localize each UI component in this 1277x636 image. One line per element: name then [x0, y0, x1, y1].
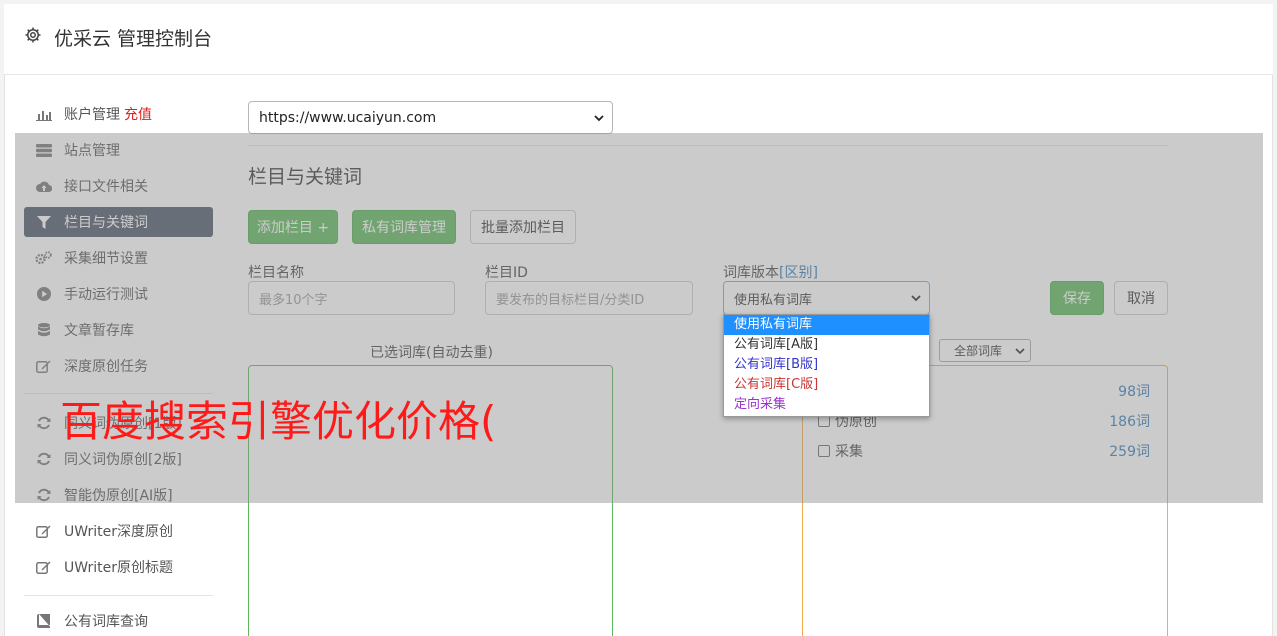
book-icon — [35, 614, 52, 628]
add-column-button[interactable]: 添加栏目 + — [248, 210, 338, 244]
sidebar-item-sites[interactable]: 站点管理 — [24, 135, 213, 165]
library-row-count: 259词 — [1109, 444, 1150, 460]
sidebar-item-article-store[interactable]: 文章暂存库 — [24, 315, 213, 345]
library-checkbox[interactable] — [818, 445, 830, 457]
column-name-label: 栏目名称 — [248, 265, 304, 281]
sidebar-item-columns[interactable]: 栏目与关键词 — [24, 207, 213, 237]
selected-lib-title: 已选词库(自动去重) — [370, 345, 493, 361]
sidebar-item-interface[interactable]: 接口文件相关 — [24, 171, 213, 201]
edit-icon — [35, 524, 52, 538]
gears-icon — [35, 251, 52, 265]
refresh-icon — [35, 452, 52, 466]
sidebar-item-manual-run[interactable]: 手动运行测试 — [24, 279, 213, 309]
filter-icon — [35, 215, 52, 229]
dropdown-option[interactable]: 定向采集 — [724, 395, 929, 415]
sidebar-item-uwriter-title[interactable]: UWriter原创标题 — [24, 552, 213, 582]
edit-icon — [35, 560, 52, 574]
save-button[interactable]: 保存 — [1050, 281, 1104, 315]
recharge-link[interactable]: 充值 — [124, 104, 152, 124]
sidebar-item-uwriter-deep[interactable]: UWriter深度原创 — [24, 516, 213, 546]
lib-version-label: 词库版本[区别] — [723, 262, 818, 282]
sidebar-item-account[interactable]: 账户管理 充值 — [24, 99, 213, 129]
chevron-down-icon — [594, 115, 604, 122]
lib-version-dropdown: 使用私有词库 公有词库[A版] 公有词库[B版] 公有词库[C版] 定向采集 — [723, 314, 930, 417]
page-title: 优采云 管理控制台 — [54, 28, 213, 50]
dropdown-option[interactable]: 公有词库[B版] — [724, 355, 929, 375]
sidebar-item-label: 深度原创任务 — [64, 359, 148, 375]
refresh-icon — [35, 416, 52, 430]
sidebar-item-label: 同义词伪原创[2版] — [64, 452, 182, 468]
sidebar-item-label: 文章暂存库 — [64, 323, 134, 339]
chevron-down-icon — [1015, 348, 1025, 355]
play-circle-icon — [35, 287, 52, 301]
sidebar-divider — [24, 595, 213, 596]
page-header: 优采云 管理控制台 — [4, 4, 1273, 75]
dropdown-option[interactable]: 使用私有词库 — [724, 315, 929, 335]
column-id-label: 栏目ID — [485, 265, 528, 281]
sidebar-item-public-lib[interactable]: 公有词库查询 — [24, 606, 213, 636]
batch-add-button[interactable]: 批量添加栏目 — [470, 210, 576, 244]
divider — [248, 145, 1168, 146]
library-row[interactable]: 采集 259词 — [818, 441, 1150, 461]
server-icon — [35, 143, 52, 157]
site-select-value: https://www.ucaiyun.com — [259, 109, 437, 126]
overlay-headline: 百度搜索引擎优化价格( — [60, 397, 497, 446]
sidebar-item-ai-rewrite[interactable]: 智能伪原创[AI版] — [24, 480, 213, 510]
difference-link[interactable]: [区别] — [779, 265, 818, 281]
sidebar-item-label: 采集细节设置 — [64, 251, 148, 267]
library-row-count: 98词 — [1118, 384, 1150, 400]
gear-icon — [25, 27, 41, 43]
refresh-icon — [35, 488, 52, 502]
edit-icon — [35, 359, 52, 373]
lib-filter-value: 全部词库 — [954, 344, 1003, 358]
lib-version-select[interactable]: 使用私有词库 — [723, 281, 930, 315]
sidebar-item-deep-original[interactable]: 深度原创任务 — [24, 351, 213, 381]
dropdown-option[interactable]: 公有词库[A版] — [724, 335, 929, 355]
library-row-label: 采集 — [835, 444, 863, 460]
sidebar-item-label: 接口文件相关 — [64, 179, 148, 195]
sidebar-item-label: 站点管理 — [64, 143, 120, 159]
sidebar-item-label: UWriter深度原创 — [64, 524, 173, 540]
column-name-input[interactable]: 最多10个字 — [248, 281, 455, 315]
dropdown-option[interactable]: 公有词库[C版] — [724, 375, 929, 395]
sidebar-item-label: 栏目与关键词 — [64, 215, 148, 231]
cloud-upload-icon — [35, 179, 52, 193]
sidebar-item-label: 账户管理 — [64, 107, 120, 123]
sidebar-item-label: UWriter原创标题 — [64, 560, 173, 576]
sidebar-item-collect-settings[interactable]: 采集细节设置 — [24, 243, 213, 273]
lib-filter-select[interactable]: 全部词库 — [939, 339, 1031, 362]
lib-version-select-value: 使用私有词库 — [734, 292, 813, 308]
column-id-input[interactable]: 要发布的目标栏目/分类ID — [485, 281, 693, 315]
sidebar-item-label: 手动运行测试 — [64, 287, 148, 303]
bar-chart-icon — [35, 107, 52, 121]
sidebar-item-label: 智能伪原创[AI版] — [64, 488, 173, 504]
site-select[interactable]: https://www.ucaiyun.com — [248, 101, 613, 134]
lib-version-label-text: 词库版本 — [723, 265, 779, 281]
cancel-button[interactable]: 取消 — [1114, 281, 1168, 315]
sidebar-item-label: 公有词库查询 — [64, 614, 148, 630]
chevron-down-icon — [911, 295, 921, 302]
section-title: 栏目与关键词 — [248, 166, 363, 188]
library-row-count: 186词 — [1109, 414, 1150, 430]
private-lib-button[interactable]: 私有词库管理 — [352, 210, 456, 244]
database-icon — [35, 323, 52, 337]
